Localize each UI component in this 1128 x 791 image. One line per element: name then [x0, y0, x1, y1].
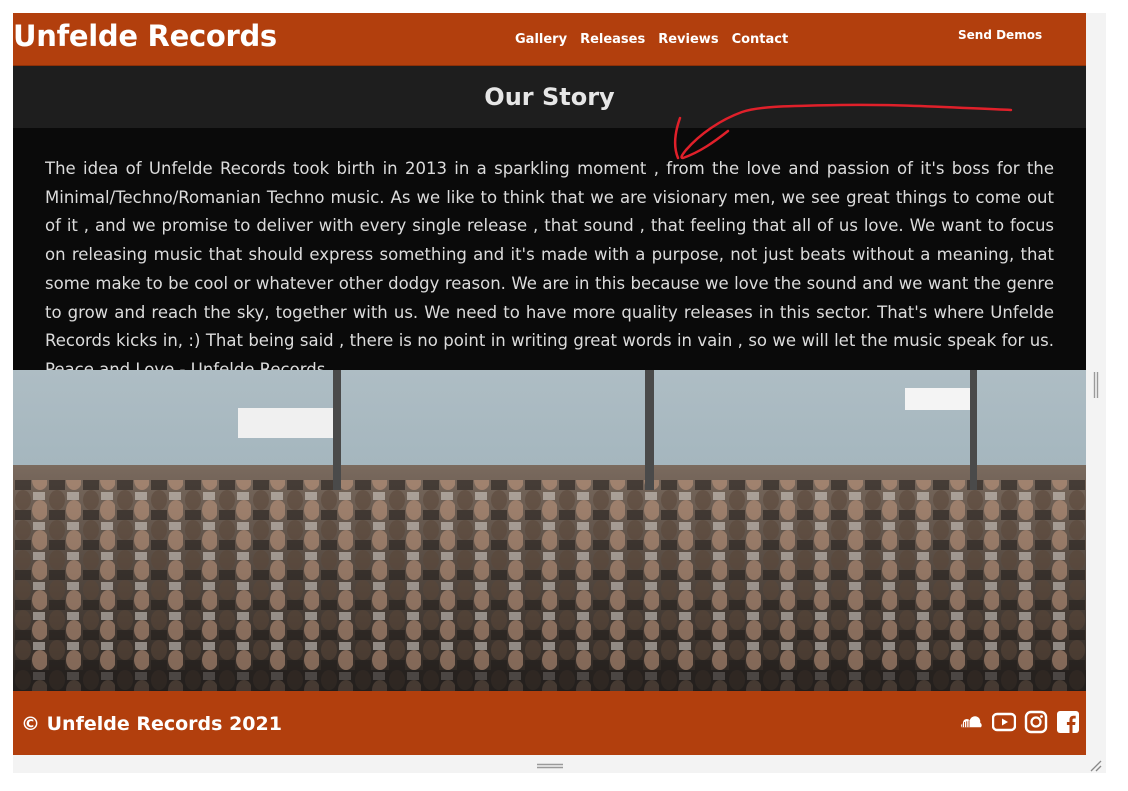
nav-gallery[interactable]: Gallery	[515, 32, 567, 47]
social-links	[960, 710, 1080, 734]
scrollbar-handle[interactable]	[1093, 372, 1099, 398]
youtube-icon[interactable]	[992, 710, 1016, 734]
copyright-text: © Unfelde Records 2021	[21, 713, 282, 735]
nav-contact[interactable]: Contact	[732, 32, 789, 47]
crowd-photo	[13, 370, 1086, 692]
story-text: The idea of Unfelde Records took birth i…	[45, 159, 1054, 379]
story-title: Our Story	[484, 83, 615, 111]
soundcloud-icon[interactable]	[960, 710, 984, 734]
nav-reviews[interactable]: Reviews	[658, 32, 718, 47]
site-header: Unfelde Records Gallery Releases Reviews…	[13, 13, 1086, 66]
page-frame: Unfelde Records Gallery Releases Reviews…	[13, 13, 1086, 755]
bottom-resize-handle[interactable]	[537, 763, 563, 769]
nav-releases[interactable]: Releases	[580, 32, 645, 47]
brand-logo[interactable]: Unfelde Records	[13, 19, 277, 53]
site-footer: © Unfelde Records 2021	[13, 691, 1086, 755]
resize-grip-icon[interactable]	[1089, 759, 1103, 773]
story-heading-bar: Our Story	[13, 66, 1086, 128]
send-demos-link[interactable]: Send Demos	[958, 28, 1042, 42]
facebook-icon[interactable]	[1056, 710, 1080, 734]
instagram-icon[interactable]	[1024, 710, 1048, 734]
main-nav: Gallery Releases Reviews Contact	[515, 32, 788, 47]
